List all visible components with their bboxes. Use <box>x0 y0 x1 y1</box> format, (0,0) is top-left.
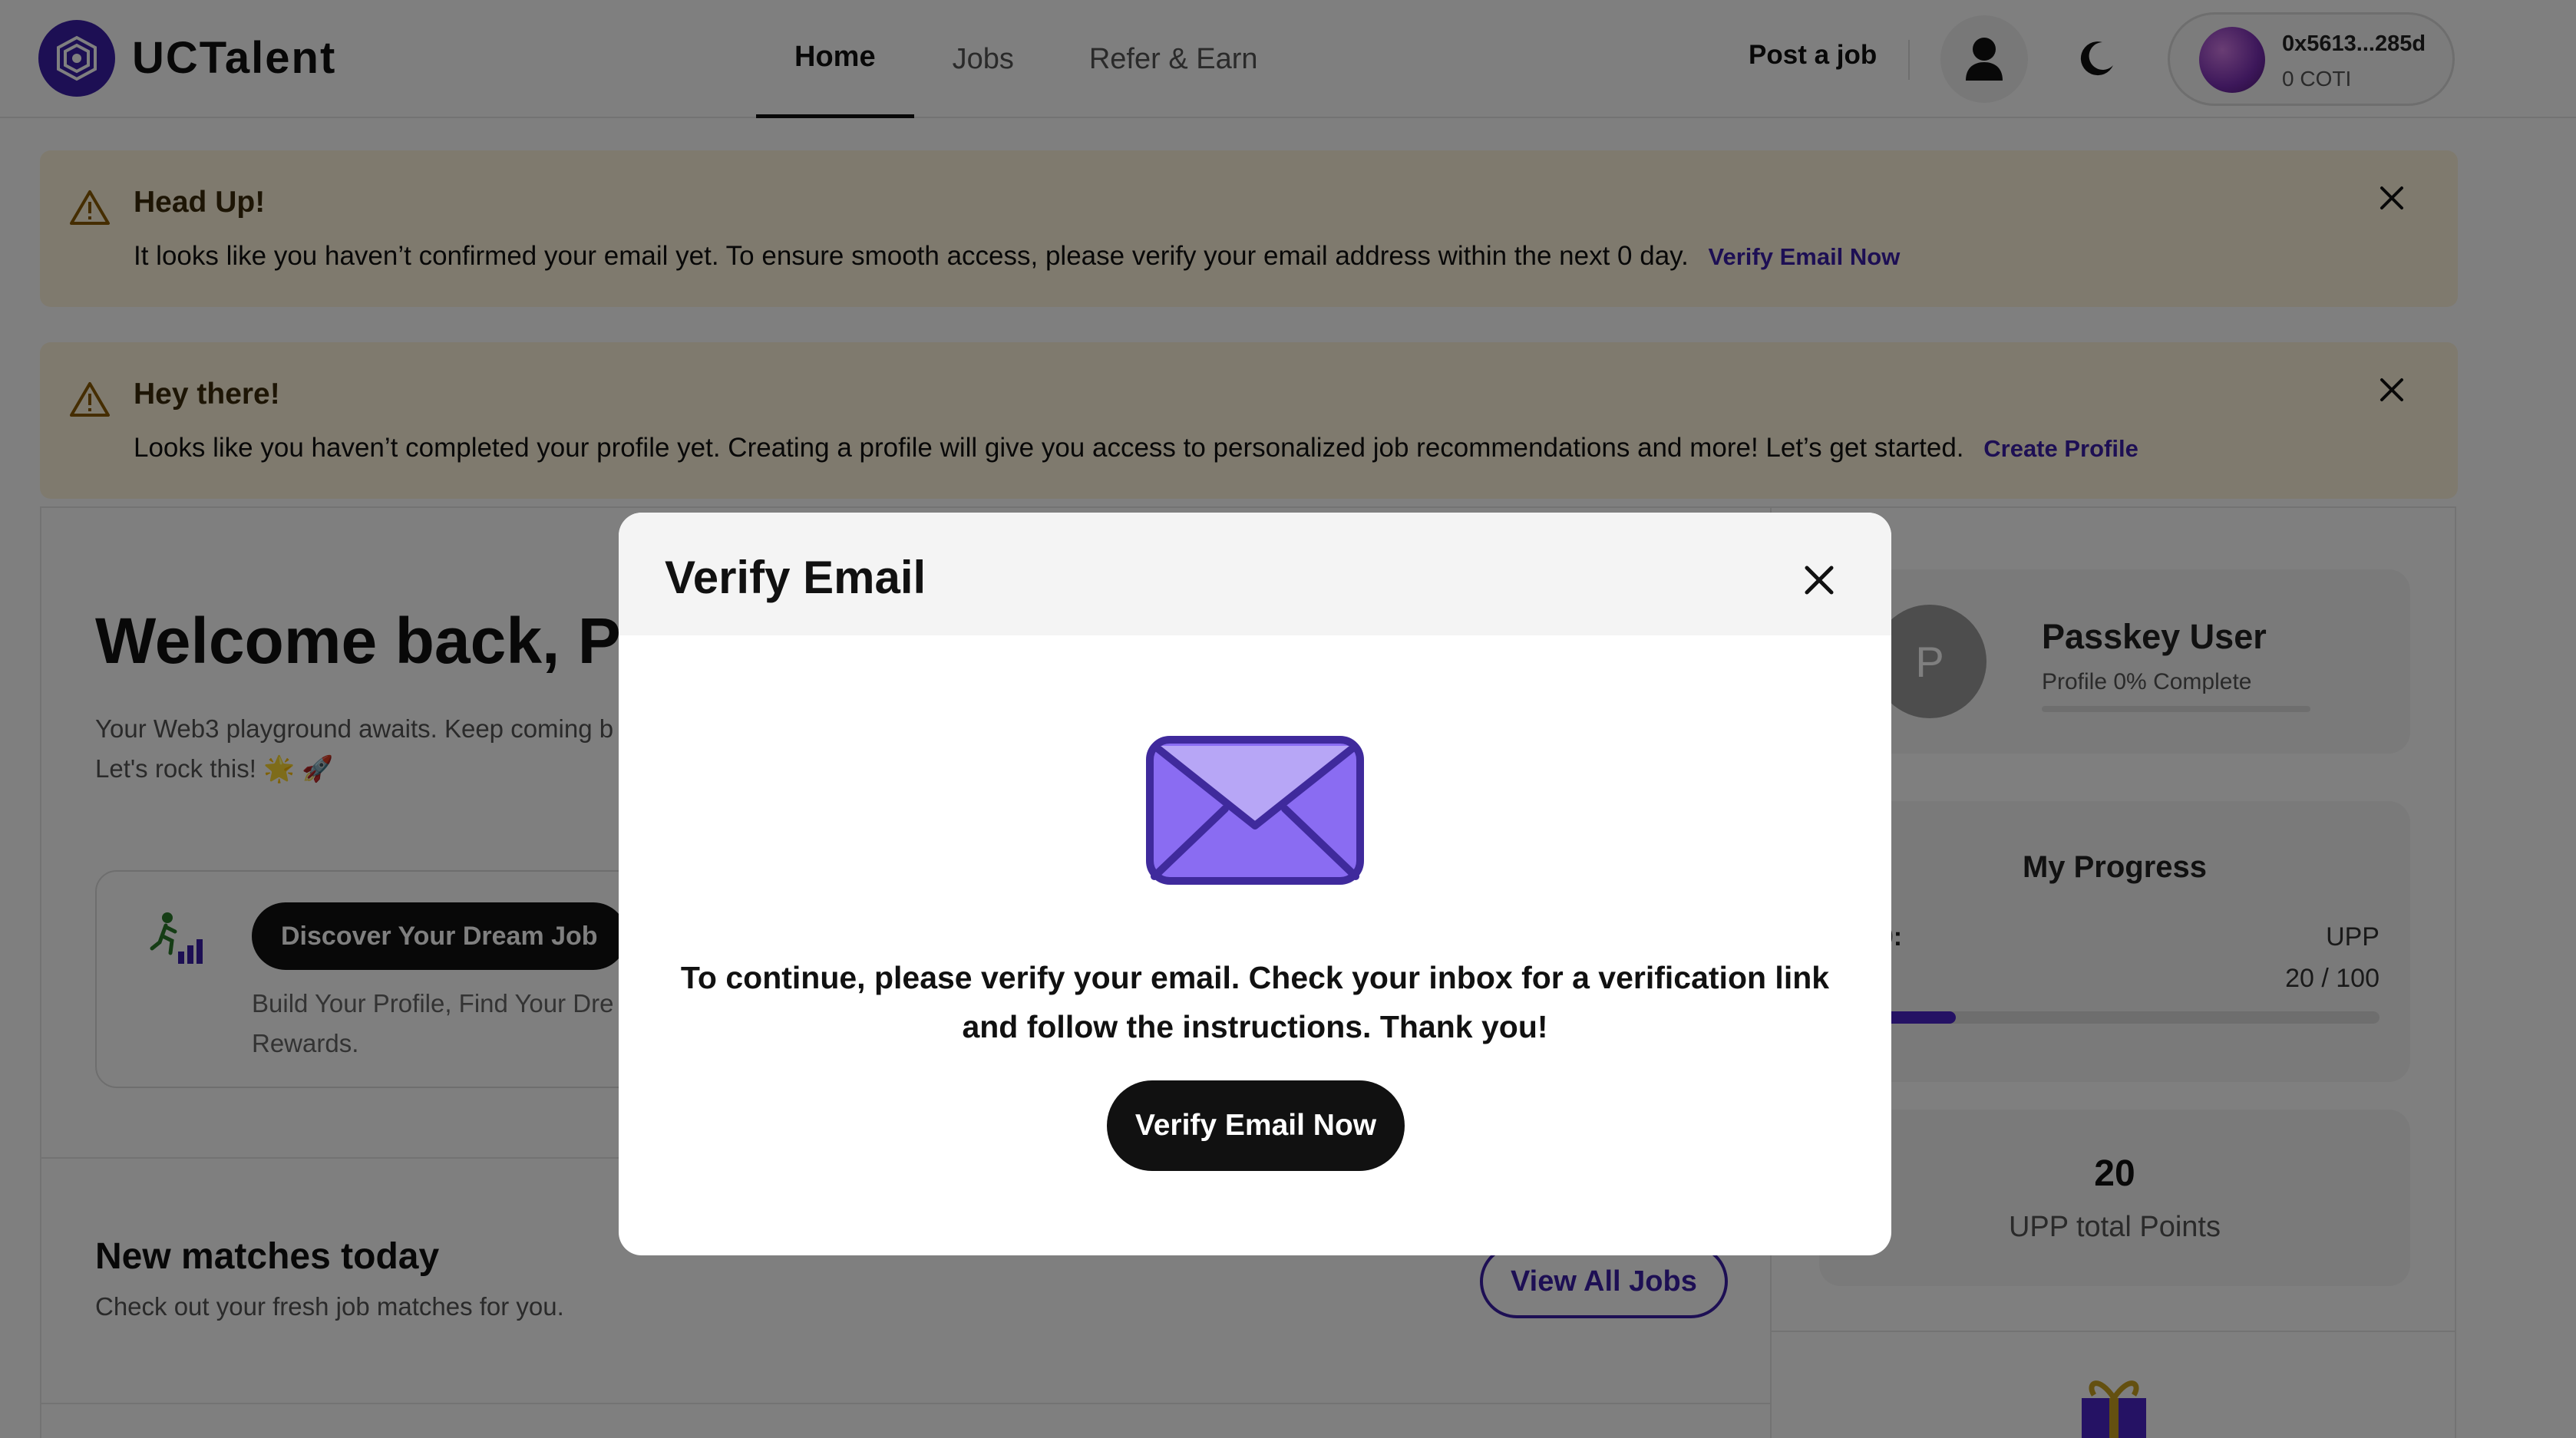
envelope-icon <box>1146 736 1364 885</box>
page: UCTalent Home Jobs Refer & Earn Post a j… <box>0 0 2576 1438</box>
modal-close-button[interactable] <box>1798 559 1841 602</box>
modal-message: To continue, please verify your email. C… <box>680 960 1830 1044</box>
verify-email-modal: Verify Email To continue, please verify … <box>619 513 1891 1255</box>
modal-title: Verify Email <box>665 552 926 603</box>
close-icon <box>1805 566 1834 595</box>
modal-header: Verify Email <box>619 513 1891 635</box>
verify-email-button[interactable]: Verify Email Now <box>1107 1080 1405 1171</box>
